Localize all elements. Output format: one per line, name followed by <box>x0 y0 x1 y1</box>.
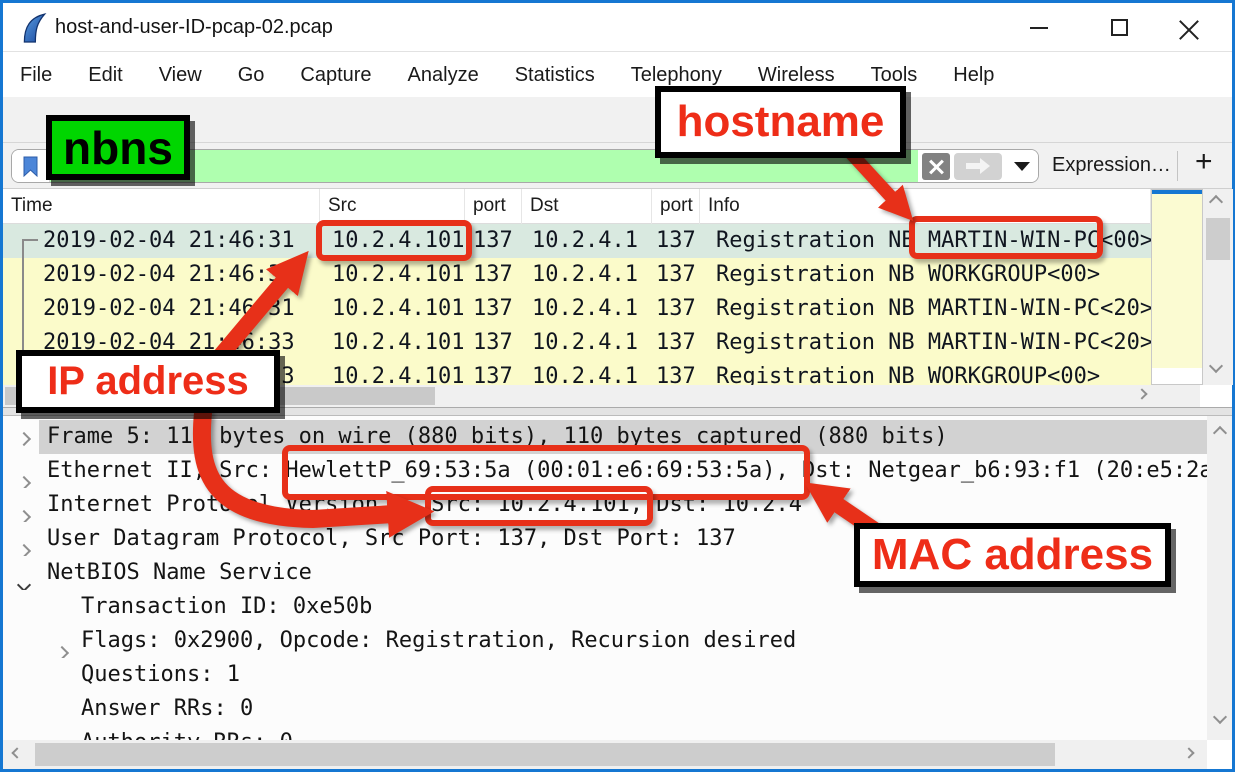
label-hostname: hostname <box>655 86 906 158</box>
column-header-time[interactable]: Time <box>3 189 320 224</box>
maximize-icon <box>1111 19 1128 36</box>
scroll-thumb[interactable] <box>35 743 1055 766</box>
menu-view[interactable]: View <box>159 64 202 87</box>
cell-src: 10.2.4.101 <box>320 360 465 385</box>
details-hscrollbar[interactable] <box>3 740 1207 769</box>
collapse-icon[interactable] <box>19 567 29 590</box>
menu-edit[interactable]: Edit <box>88 64 122 87</box>
packet-row[interactable]: 2019-02-04 21:46:31 10.2.4.101 137 10.2.… <box>3 258 1151 292</box>
menu-go[interactable]: Go <box>238 64 265 87</box>
detail-line[interactable]: Transaction ID: 0xe50b <box>3 590 1207 624</box>
menu-file[interactable]: File <box>20 64 52 87</box>
packet-row[interactable]: 2019-02-04 21:46:31 10.2.4.101 137 10.2.… <box>3 292 1151 326</box>
cell-dport: 137 <box>652 292 700 326</box>
menu-tools[interactable]: Tools <box>871 64 918 87</box>
cell-dst: 10.2.4.1 <box>522 258 652 292</box>
filter-buttons <box>918 150 1038 182</box>
filter-separator <box>1177 151 1178 181</box>
detail-line[interactable]: Flags: 0x2900, Opcode: Registration, Rec… <box>3 624 1207 658</box>
expand-icon[interactable] <box>19 465 29 488</box>
minimize-button[interactable] <box>1008 3 1070 52</box>
highlight-box-hostname <box>909 216 1103 259</box>
minimap-selected-marker <box>1152 190 1202 194</box>
window-title: host-and-user-ID-pcap-02.pcap <box>55 16 333 39</box>
close-icon <box>1179 18 1199 38</box>
packet-list-vscrollbar[interactable] <box>1203 189 1233 385</box>
details-vscrollbar[interactable] <box>1207 416 1232 740</box>
column-header-src[interactable]: Src <box>320 189 465 224</box>
scroll-down-icon[interactable] <box>1211 361 1221 371</box>
cell-sport: 137 <box>465 326 522 360</box>
expand-icon[interactable] <box>19 431 29 449</box>
detail-line[interactable]: Authority RRs: 0 <box>3 726 1207 740</box>
filter-clear-button[interactable] <box>922 153 950 180</box>
add-filter-button[interactable]: + <box>1195 145 1213 179</box>
cell-src: 10.2.4.101 <box>320 292 465 326</box>
column-header-port2[interactable]: port <box>652 189 700 224</box>
menu-telephony[interactable]: Telephony <box>631 64 722 87</box>
menu-help[interactable]: Help <box>953 64 994 87</box>
expand-icon[interactable] <box>19 499 29 522</box>
bookmark-icon <box>23 156 38 177</box>
highlight-box-src-ip <box>316 220 472 261</box>
filter-apply-button[interactable] <box>954 153 1002 180</box>
scroll-right-icon[interactable] <box>1138 390 1146 398</box>
cell-info: Registration NB MARTIN-WIN-PC<20> <box>700 292 1151 326</box>
minimize-icon <box>1030 27 1048 29</box>
scroll-up-icon[interactable] <box>1215 428 1225 438</box>
cell-dport: 137 <box>652 224 700 258</box>
scroll-up-icon[interactable] <box>1211 197 1221 207</box>
cell-time: 2019-02-04 21:46:31 <box>3 224 320 258</box>
highlight-box-ip-src <box>425 486 653 526</box>
label-mac-address: MAC address <box>854 523 1171 587</box>
title-bar: host-and-user-ID-pcap-02.pcap <box>3 3 1232 52</box>
cell-sport: 137 <box>465 224 522 258</box>
expression-button[interactable]: Expression… <box>1052 154 1171 177</box>
label-ip-address: IP address <box>16 350 280 413</box>
cell-dport: 137 <box>652 258 700 292</box>
close-button[interactable] <box>1158 3 1220 52</box>
scroll-thumb[interactable] <box>1206 218 1230 260</box>
label-nbns: nbns <box>46 115 190 180</box>
cell-src: 10.2.4.101 <box>320 258 465 292</box>
cell-info: Registration NB WORKGROUP<00> <box>700 360 1151 385</box>
column-header-dst[interactable]: Dst <box>522 189 652 224</box>
scroll-down-icon[interactable] <box>1215 712 1225 722</box>
detail-line[interactable]: Questions: 1 <box>3 658 1207 692</box>
cell-info: Registration NB WORKGROUP<00> <box>700 258 1151 292</box>
menu-bar: File Edit View Go Capture Analyze Statis… <box>3 53 1232 97</box>
menu-analyze[interactable]: Analyze <box>408 64 479 87</box>
cell-dst: 10.2.4.1 <box>522 224 652 258</box>
cell-sport: 137 <box>465 292 522 326</box>
menu-statistics[interactable]: Statistics <box>515 64 595 87</box>
cell-info: Registration NB MARTIN-WIN-PC<20> <box>700 326 1151 360</box>
wireshark-fin-icon <box>21 13 48 49</box>
cell-sport: 137 <box>465 258 522 292</box>
packet-list-minimap[interactable] <box>1151 189 1203 385</box>
cell-dport: 137 <box>652 360 700 385</box>
cell-dst: 10.2.4.1 <box>522 326 652 360</box>
cell-dst: 10.2.4.1 <box>522 292 652 326</box>
expand-icon[interactable] <box>19 533 29 556</box>
maximize-button[interactable] <box>1088 3 1150 52</box>
cell-time: 2019-02-04 21:46:31 <box>3 292 320 326</box>
menu-wireless[interactable]: Wireless <box>758 64 835 87</box>
menu-capture[interactable]: Capture <box>300 64 371 87</box>
scroll-right-icon[interactable] <box>1185 749 1193 757</box>
cell-dport: 137 <box>652 326 700 360</box>
cell-sport: 137 <box>465 360 522 385</box>
cell-dst: 10.2.4.1 <box>522 360 652 385</box>
detail-line[interactable]: Answer RRs: 0 <box>3 692 1207 726</box>
scroll-left-icon[interactable] <box>13 749 21 757</box>
wireshark-window: host-and-user-ID-pcap-02.pcap File Edit … <box>0 0 1235 772</box>
filter-dropdown-arrow[interactable] <box>1014 162 1030 171</box>
cell-src: 10.2.4.101 <box>320 326 465 360</box>
column-header-port1[interactable]: port <box>465 189 522 224</box>
filter-bookmark-button[interactable] <box>12 150 50 182</box>
expand-icon[interactable] <box>57 635 67 658</box>
cell-time: 2019-02-04 21:46:31 <box>3 258 320 292</box>
